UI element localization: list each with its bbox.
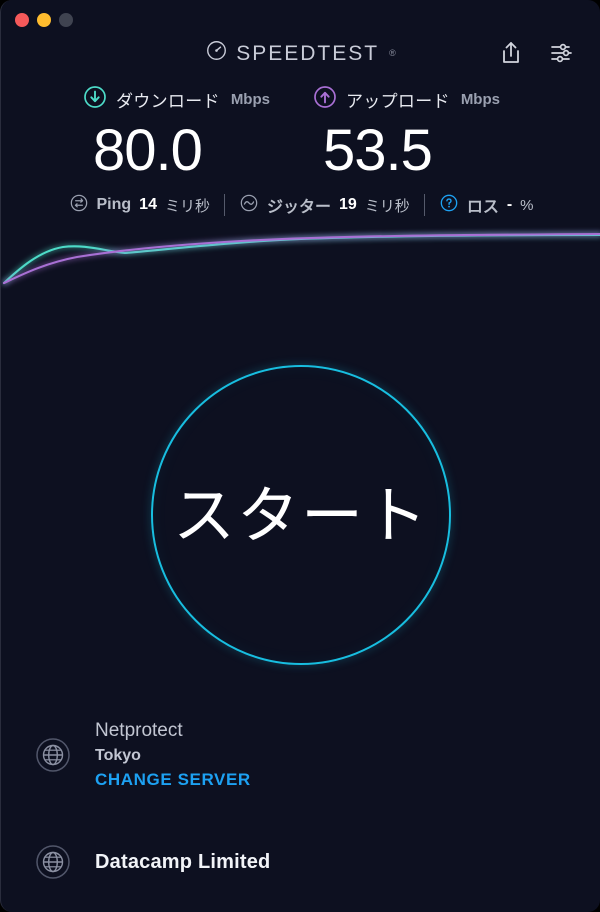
isp-row[interactable]: Datacamp Limited bbox=[1, 826, 600, 898]
ping-icon bbox=[69, 193, 89, 218]
download-unit: Mbps bbox=[230, 90, 270, 108]
jitter-stat[interactable]: ジッター 19 ミリ秒 bbox=[225, 193, 424, 218]
download-value: 80.0 bbox=[93, 118, 203, 183]
registered-mark: ® bbox=[389, 48, 396, 58]
globe-icon bbox=[31, 840, 75, 884]
ping-label: Ping bbox=[96, 196, 132, 213]
speedometer-icon bbox=[206, 40, 227, 66]
jitter-unit: ミリ秒 bbox=[364, 197, 410, 215]
ping-stat[interactable]: Ping 14 ミリ秒 bbox=[55, 193, 224, 218]
upload-label: アップロード bbox=[346, 91, 450, 111]
share-icon[interactable] bbox=[499, 40, 523, 71]
upload-unit: Mbps bbox=[460, 90, 500, 108]
loss-label: ロス bbox=[466, 199, 499, 216]
question-circle-icon[interactable] bbox=[439, 193, 459, 218]
jitter-label: ジッター bbox=[266, 199, 331, 216]
jitter-icon bbox=[239, 193, 259, 218]
arrow-up-circle-icon bbox=[313, 85, 337, 114]
download-metric: ダウンロード Mbps 80.0 bbox=[83, 84, 270, 180]
top-actions bbox=[499, 40, 575, 71]
brand-name: SPEEDTEST bbox=[236, 41, 380, 65]
download-header: ダウンロード Mbps bbox=[83, 84, 270, 114]
server-city: Tokyo bbox=[95, 746, 141, 764]
start-test-label: スタート bbox=[172, 482, 429, 551]
loss-value: - bbox=[506, 196, 513, 213]
isp-texts: Datacamp Limited bbox=[95, 851, 270, 874]
upload-metric: アップロード Mbps 53.5 bbox=[313, 84, 500, 180]
upload-curve bbox=[2, 232, 600, 285]
server-row[interactable]: Netprotect Tokyo CHANGE SERVER bbox=[1, 706, 600, 804]
ping-unit: ミリ秒 bbox=[164, 197, 210, 215]
title-bar: SPEEDTEST ® bbox=[1, 0, 600, 84]
start-test-button[interactable]: スタート bbox=[151, 365, 451, 665]
substats-row: Ping 14 ミリ秒 ジッター 19 ミリ秒 ロス - % bbox=[1, 190, 600, 220]
speedtest-window: SPEEDTEST ® ダウンロード Mbps 80.0 アップロード Mbps… bbox=[0, 0, 600, 912]
minimize-button[interactable] bbox=[37, 13, 51, 27]
zoom-button[interactable] bbox=[59, 13, 73, 27]
close-button[interactable] bbox=[15, 13, 29, 27]
download-curve bbox=[2, 233, 600, 285]
settings-sliders-icon[interactable] bbox=[549, 41, 575, 70]
speed-graph bbox=[1, 225, 600, 335]
graph-canvas bbox=[2, 232, 600, 285]
arrow-down-circle-icon bbox=[83, 85, 107, 114]
upload-header: アップロード Mbps bbox=[313, 84, 500, 114]
loss-unit: % bbox=[520, 196, 534, 214]
server-texts: Netprotect Tokyo CHANGE SERVER bbox=[95, 720, 251, 790]
server-name: Netprotect bbox=[95, 720, 183, 742]
isp-name: Datacamp Limited bbox=[95, 850, 271, 873]
loss-stat[interactable]: ロス - % bbox=[425, 193, 548, 218]
jitter-value: 19 bbox=[339, 196, 357, 213]
upload-value: 53.5 bbox=[323, 118, 433, 183]
change-server-link[interactable]: CHANGE SERVER bbox=[95, 770, 251, 790]
globe-icon bbox=[31, 733, 75, 777]
ping-value: 14 bbox=[139, 196, 157, 213]
download-label: ダウンロード bbox=[116, 91, 220, 111]
window-controls bbox=[15, 13, 73, 27]
